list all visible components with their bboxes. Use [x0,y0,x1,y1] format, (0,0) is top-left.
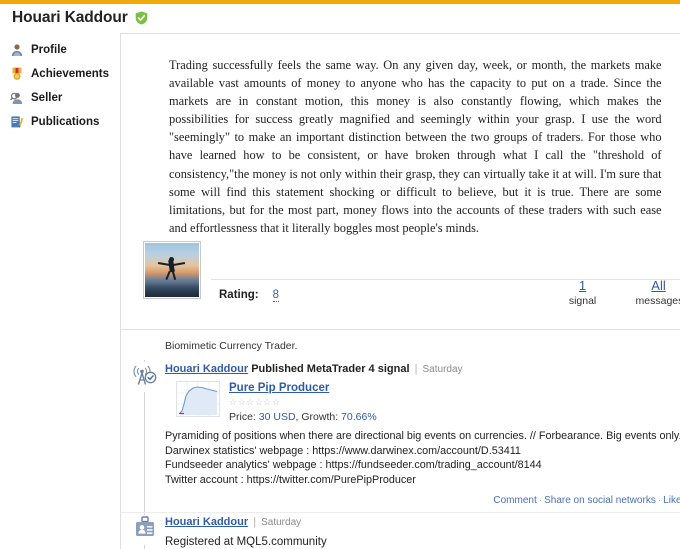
page-header: Houari Kaddour [0,4,680,30]
sidebar-item-label: Seller [31,92,63,104]
action-separator: · [538,495,543,507]
rating-label: Rating: [219,288,259,301]
sidebar-item-label: Profile [31,44,67,56]
profile-summary-row: Rating: 8 1 signal All messages [121,240,680,329]
post-action-text: Published MetaTrader 4 signal [251,362,410,375]
rating-block: Rating: 8 [219,288,280,302]
growth-label: , Growth: [295,410,342,423]
document-pencil-icon [10,115,24,129]
share-link[interactable]: Share on social networks [544,495,656,506]
post-author-link[interactable]: Houari Kaddour [165,363,248,375]
avatar[interactable] [143,240,201,299]
person-search-icon [10,91,24,105]
post-separator: | [414,362,418,375]
medal-icon [10,67,24,81]
person-icon [10,43,24,57]
signal-card: Pure Pip Producer ☆☆☆☆☆☆ Price: 30 USD, … [165,377,680,427]
stat-signals[interactable]: 1 signal [560,277,606,308]
comment-link[interactable]: Comment [493,495,536,506]
post-separator: | [253,516,257,529]
post-text: Registered at MQL5.community [165,536,327,549]
stat-label: messages [635,294,680,307]
post-timestamp: Saturday [422,363,463,375]
profile-tagline: Biomimetic Currency Trader. [165,339,298,352]
growth-chart-icon[interactable] [176,380,220,417]
like-link[interactable]: Like [663,495,680,506]
post-body: Pyramiding of positions when there are d… [165,427,680,491]
post-header: Houari Kaddour Published MetaTrader 4 si… [165,360,680,377]
stat-messages[interactable]: All messages [636,277,680,308]
post-body-line: Pyramiding of positions when there are d… [165,429,680,442]
sidebar-item-seller[interactable]: Seller [0,86,120,110]
post-header: Houari Kaddour | Saturday [165,513,680,530]
id-card-icon [131,515,159,546]
price-label: Price: [229,410,259,423]
sidebar-item-profile[interactable]: Profile [0,38,120,62]
signal-rating-stars: ☆☆☆☆☆☆ [229,396,281,407]
stat-label: signal [568,294,597,307]
shield-check-icon [135,11,148,25]
page-title: Houari Kaddour [12,9,128,26]
feed-post-signal: Houari Kaddour Published MetaTrader 4 si… [121,359,680,513]
post-author-link[interactable]: Houari Kaddour [165,516,248,528]
sidebar-item-label: Publications [31,116,100,128]
stat-number[interactable]: 1 [560,277,606,294]
sidebar-item-achievements[interactable]: Achievements [0,62,120,86]
activity-feed: Biomimetic Currency Trader. Houari Kaddo… [121,328,680,549]
signal-name-link[interactable]: Pure Pip Producer [229,381,377,395]
post-body-line: Darwinex statistics' webpage : https://w… [165,444,521,457]
post-body-line: Twitter account : https://twitter.com/Pu… [165,473,416,486]
growth-value: 70.66% [341,410,377,423]
post-actions: Comment · Share on social networks · Like [165,491,680,512]
post-timestamp: Saturday [261,517,302,529]
bio-quote-text: Trading successfully feels the same way.… [169,58,662,235]
rating-value[interactable]: 8 [272,289,280,302]
broadcast-signal-icon [131,361,159,392]
stat-number[interactable]: All [636,277,680,294]
signal-price-line: Price: 30 USD, Growth: 70.66% [229,409,377,425]
sidebar-item-label: Achievements [31,68,109,80]
post-body-line: Fundseeder analytics' webpage : https://… [165,459,542,472]
sidebar-item-publications[interactable]: Publications [0,110,120,134]
price-value: 30 USD [258,410,296,423]
main-panel: Trading successfully feels the same way.… [120,33,680,549]
sidebar: Profile Achievements Seller Publications [0,30,120,549]
feed-post-registration: Houari Kaddour | Saturday Registered at … [121,512,680,549]
signal-info: Pure Pip Producer ☆☆☆☆☆☆ Price: 30 USD, … [229,381,377,425]
bio-quote-block: Trading successfully feels the same way.… [121,34,680,249]
profile-stats: 1 signal All messages [560,277,680,308]
